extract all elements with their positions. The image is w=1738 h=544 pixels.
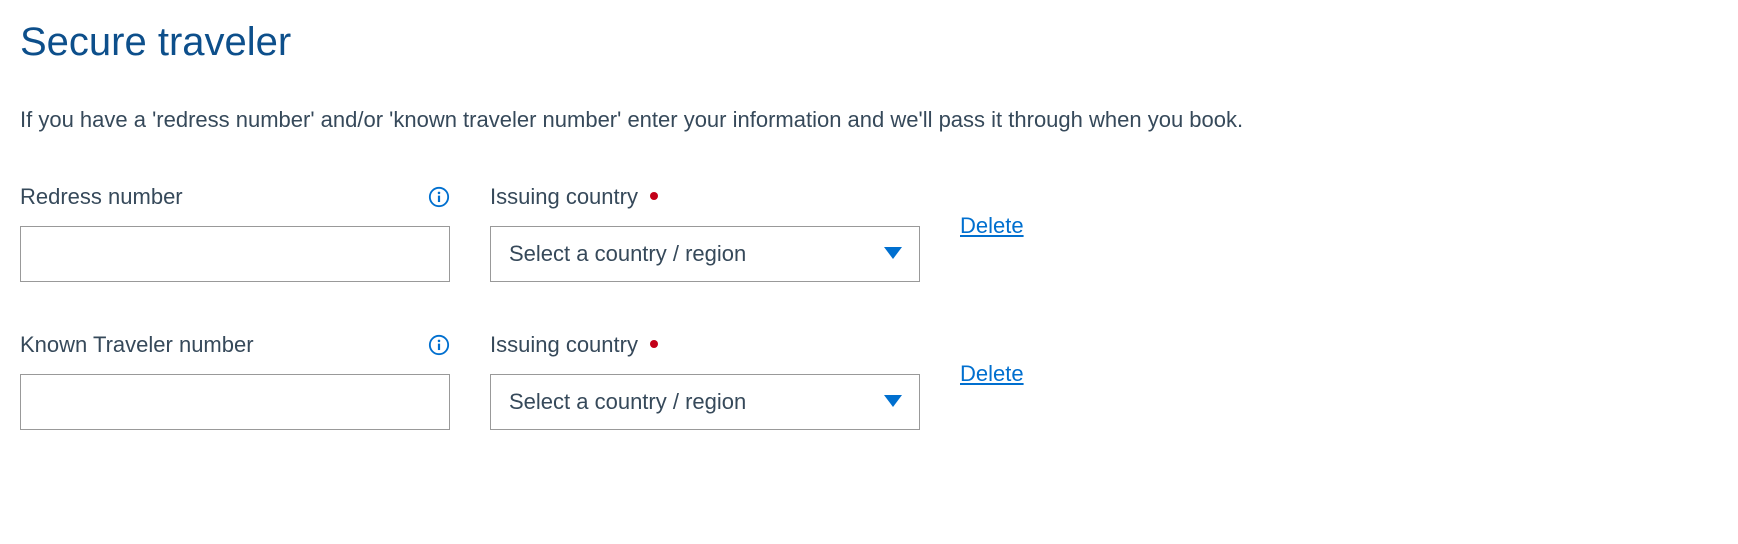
redress-number-input[interactable]	[20, 226, 450, 282]
redress-label-text: Redress number	[20, 184, 183, 210]
redress-country-label: Issuing country	[490, 184, 920, 210]
delete-known-traveler-link[interactable]: Delete	[960, 361, 1024, 387]
redress-number-group: Redress number	[20, 184, 450, 282]
info-icon[interactable]	[428, 334, 450, 356]
delete-redress-link[interactable]: Delete	[960, 213, 1024, 239]
known-traveler-label-text: Known Traveler number	[20, 332, 254, 358]
redress-country-group: Issuing country Select a country / regio…	[490, 184, 920, 282]
known-traveler-number-label: Known Traveler number	[20, 332, 450, 358]
redress-row: Redress number Issuing country Select a …	[20, 184, 1718, 282]
known-traveler-country-label-text: Issuing country	[490, 332, 638, 358]
required-indicator	[650, 192, 658, 200]
secure-traveler-description: If you have a 'redress number' and/or 'k…	[20, 105, 1718, 136]
redress-country-select[interactable]: Select a country / region	[490, 226, 920, 282]
known-traveler-number-group: Known Traveler number	[20, 332, 450, 430]
redress-number-label: Redress number	[20, 184, 450, 210]
redress-country-select-wrapper: Select a country / region	[490, 226, 920, 282]
info-icon[interactable]	[428, 186, 450, 208]
known-traveler-number-input[interactable]	[20, 374, 450, 430]
redress-country-label-text: Issuing country	[490, 184, 638, 210]
known-traveler-row: Known Traveler number Issuing country Se…	[20, 332, 1718, 430]
required-indicator	[650, 340, 658, 348]
known-traveler-country-select-wrapper: Select a country / region	[490, 374, 920, 430]
page-title: Secure traveler	[20, 20, 1718, 65]
known-traveler-country-select[interactable]: Select a country / region	[490, 374, 920, 430]
known-traveler-country-group: Issuing country Select a country / regio…	[490, 332, 920, 430]
known-traveler-country-label: Issuing country	[490, 332, 920, 358]
